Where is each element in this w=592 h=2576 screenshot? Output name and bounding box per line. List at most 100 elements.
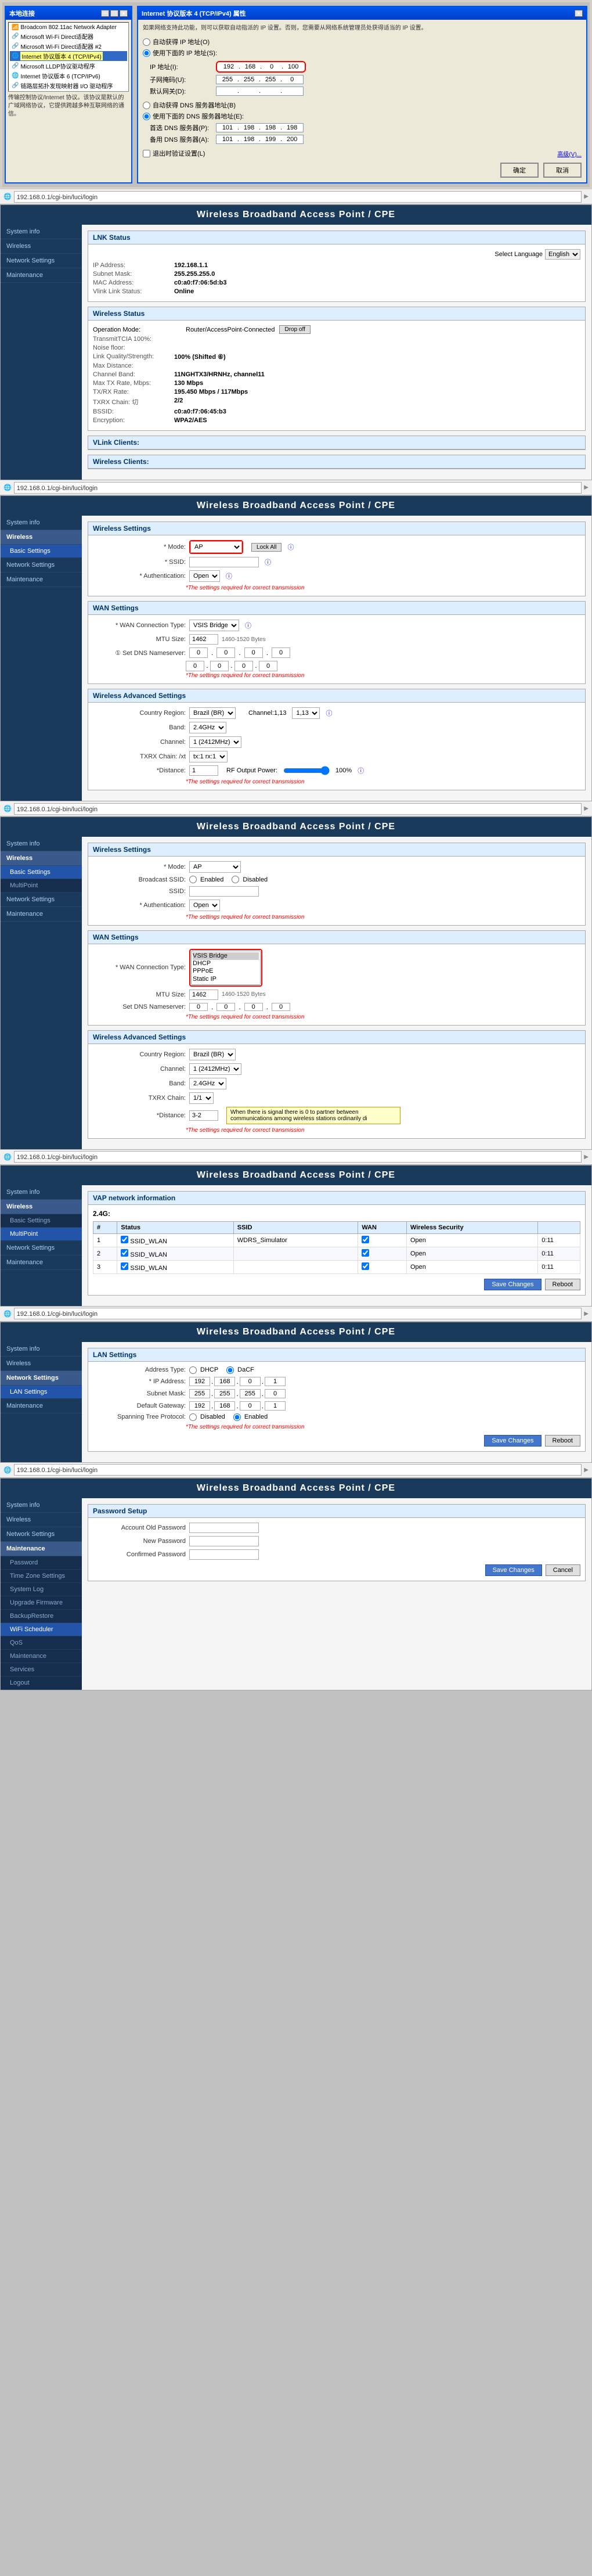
dns2-octet-3[interactable] (261, 136, 280, 143)
vap-wan-chk-1[interactable] (362, 1236, 369, 1243)
sidebar-services-6[interactable]: Services (1, 1663, 82, 1676)
radio-auto-ip[interactable]: 自动获得 IP 地址(O) (143, 37, 582, 46)
subnet-octet-3[interactable] (261, 76, 280, 83)
sidebar-maintenance-sub-6[interactable]: Maintenance (1, 1650, 82, 1663)
ip-octet-2[interactable] (241, 63, 259, 70)
subnet-octet-1[interactable] (218, 76, 237, 83)
mode-select-3[interactable]: AP Station WDS AP WDS Station (189, 861, 241, 873)
dns1-octet-3[interactable] (261, 124, 280, 131)
txrx-chain-select-2[interactable]: tx:1 rx:1 (189, 751, 228, 762)
dns2-o1-2[interactable] (186, 661, 204, 671)
dns1-input-group[interactable]: . . . (216, 123, 304, 132)
vap-status-chk-1[interactable] (121, 1236, 128, 1243)
close-button[interactable]: × (120, 10, 128, 17)
sidebar-wireless-3[interactable]: Wireless (1, 851, 82, 866)
subnet-o2-5[interactable] (214, 1389, 235, 1398)
sidebar-maintenance-1[interactable]: Maintenance (1, 268, 82, 283)
channel-select-2[interactable]: 1 (2412MHz) (189, 736, 241, 748)
sidebar-network-settings-4[interactable]: Network Settings (1, 1241, 82, 1255)
vap-row-2[interactable]: 2 SSID_WLAN Open 0:11 (93, 1247, 580, 1260)
rf-slider-2[interactable] (283, 766, 330, 775)
gateway-o1-5[interactable] (189, 1401, 210, 1411)
url-input-3[interactable]: 192.168.0.1/cgi-bin/luci/login (14, 803, 582, 815)
ip-octet-4[interactable] (284, 63, 302, 70)
url-input-1[interactable]: 192.168.0.1/cgi-bin/luci/login (14, 191, 582, 203)
vap-row-1[interactable]: 1 SSID_WLAN WDRS_Simulator Open 0:11 (93, 1233, 580, 1247)
sidebar-network-settings-5[interactable]: Network Settings (1, 1371, 82, 1386)
radio-static-dns-input[interactable] (143, 113, 150, 120)
sidebar-network-settings-2[interactable]: Network Settings (1, 558, 82, 573)
go-icon-5[interactable]: ▶ (584, 1311, 589, 1317)
vap-row-3[interactable]: 3 SSID_WLAN Open 0:11 (93, 1260, 580, 1273)
cancel-button[interactable]: 取消 (543, 163, 582, 178)
ip-input-group[interactable]: . . . (216, 61, 306, 73)
dacf-radio-5[interactable] (226, 1366, 234, 1374)
confirm-pwd-input[interactable] (189, 1549, 259, 1560)
dns2-o3-2[interactable] (234, 661, 253, 671)
dns-o2-2[interactable] (216, 647, 235, 658)
vap-wan-chk-2[interactable] (362, 1249, 369, 1257)
cancel-btn-6[interactable]: Cancel (546, 1564, 580, 1576)
conn-item-2[interactable]: 🔗 Microsoft Wi-Fi Direct适配器 (10, 31, 127, 41)
go-icon-6[interactable]: ▶ (584, 1467, 589, 1473)
sidebar-maintenance-6[interactable]: Maintenance (1, 1542, 82, 1556)
distance-input-3[interactable] (189, 1110, 218, 1121)
wan-conn-select-3[interactable]: VSIS Bridge DHCP PPPoE Static IP (191, 951, 261, 985)
dns-o3-3[interactable] (244, 1003, 263, 1011)
dialog-close-icon[interactable]: × (575, 10, 583, 17)
sidebar-basic-settings-2[interactable]: Basic Settings (1, 545, 82, 558)
subnet-octet-2[interactable] (240, 76, 258, 83)
dns2-octet-2[interactable] (240, 136, 258, 143)
lock-all-button-2[interactable]: Lock All (251, 543, 281, 552)
subnet-o1-5[interactable] (189, 1389, 210, 1398)
gateway-octet-3[interactable] (261, 88, 280, 95)
spanning-enabled-radio[interactable] (233, 1413, 241, 1421)
sidebar-system-info-3[interactable]: System info (1, 837, 82, 851)
vap-status-chk-2[interactable] (121, 1249, 128, 1257)
auth-select-2[interactable]: Open (189, 570, 220, 582)
dns-o4-3[interactable] (272, 1003, 290, 1011)
gateway-input-group[interactable]: . . . (216, 87, 304, 96)
sidebar-maintenance-4[interactable]: Maintenance (1, 1255, 82, 1270)
band-select-2[interactable]: 2.4GHz (189, 722, 226, 733)
vap-wan-chk-3[interactable] (362, 1262, 369, 1270)
country-select-3[interactable]: Brazil (BR) (189, 1049, 236, 1060)
sidebar-network-settings-6[interactable]: Network Settings (1, 1527, 82, 1542)
dns2-input-group[interactable]: . . . (216, 135, 304, 144)
distance-input-2[interactable] (189, 765, 218, 776)
sidebar-maintenance-2[interactable]: Maintenance (1, 573, 82, 587)
dns-o2-3[interactable] (216, 1003, 235, 1011)
radio-auto-ip-input[interactable] (143, 38, 150, 46)
radio-static-ip-input[interactable] (143, 49, 150, 57)
sidebar-syslog-6[interactable]: System Log (1, 1583, 82, 1596)
mtu-input-2[interactable] (189, 634, 218, 645)
validate-row[interactable]: 退出时验证设置(L) 高级(V)... (143, 149, 582, 158)
ssid-input-3[interactable] (189, 886, 259, 897)
sidebar-wireless-2[interactable]: Wireless (1, 530, 82, 545)
gateway-input-group-5[interactable]: . . . (189, 1401, 286, 1411)
validate-checkbox[interactable] (143, 150, 150, 157)
conn-item-3[interactable]: 🔗 Microsoft Wi-Fi Direct适配器 #2 (10, 41, 127, 51)
address-go-1[interactable]: ▶ (584, 193, 589, 200)
subnet-input-group[interactable]: . . . (216, 75, 304, 84)
dns2-octet-4[interactable] (283, 136, 301, 143)
broadcast-enabled-radio[interactable] (189, 876, 197, 883)
ssid-input-2[interactable] (189, 557, 259, 567)
sidebar-timezone-6[interactable]: Time Zone Settings (1, 1570, 82, 1583)
go-icon-4[interactable]: ▶ (584, 1154, 589, 1160)
gateway-o3-5[interactable] (240, 1401, 261, 1411)
sidebar-scheduler-6[interactable]: WiFi Scheduler (1, 1623, 82, 1636)
new-pwd-input[interactable] (189, 1536, 259, 1546)
dns2-o2-2[interactable] (210, 661, 229, 671)
conn-item-4-selected[interactable]: 🌐 Internet 协议版本 4 (TCP/IPv4) (10, 51, 127, 61)
mtu-input-3[interactable] (189, 990, 218, 1000)
sidebar-maintenance-5[interactable]: Maintenance (1, 1399, 82, 1413)
sidebar-network-settings-3[interactable]: Network Settings (1, 893, 82, 907)
sidebar-backup-6[interactable]: BackupRestore (1, 1610, 82, 1623)
sidebar-wireless-4[interactable]: Wireless (1, 1200, 82, 1214)
url-input-4[interactable]: 192.168.0.1/cgi-bin/luci/login (14, 1151, 582, 1163)
reset-btn-5[interactable]: Reboot (545, 1435, 580, 1447)
ip-o3-5[interactable] (240, 1377, 261, 1386)
connections-list[interactable]: 📶 Broadcom 802.11ac Network Adapter 🔗 Mi… (8, 22, 129, 92)
gateway-octet-1[interactable] (218, 88, 237, 95)
